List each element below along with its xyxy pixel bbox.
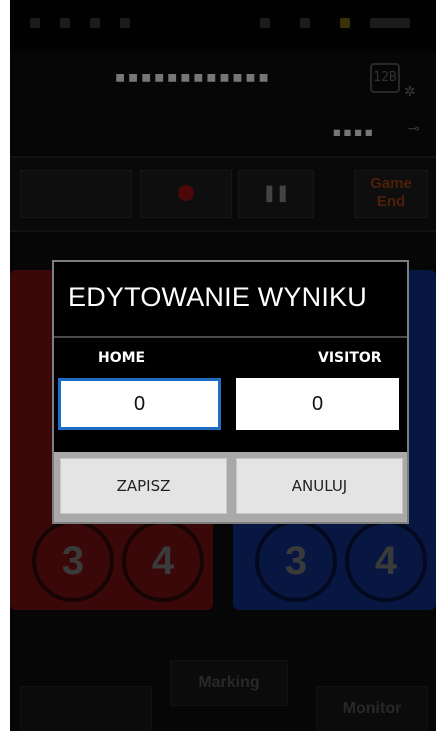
save-button[interactable]: ZAPISZ [60,458,227,514]
dialog-divider [54,336,407,338]
dialog-button-bar: ZAPISZ ANULUJ [54,452,407,522]
home-label: HOME [98,350,146,366]
cancel-button[interactable]: ANULUJ [236,458,403,514]
home-score-input[interactable] [58,378,221,430]
visitor-score-input[interactable] [236,378,399,430]
app-screen: ▪▪▪▪▪▪▪▪▪▪▪▪ 12B ✲ ▪▪▪▪ ⊸ ❚❚ Game End 3 … [10,0,436,731]
dialog-title: EDYTOWANIE WYNIKU [68,282,367,312]
edit-score-dialog: EDYTOWANIE WYNIKU HOME VISITOR ZAPISZ AN… [52,260,409,524]
visitor-label: VISITOR [318,350,382,366]
